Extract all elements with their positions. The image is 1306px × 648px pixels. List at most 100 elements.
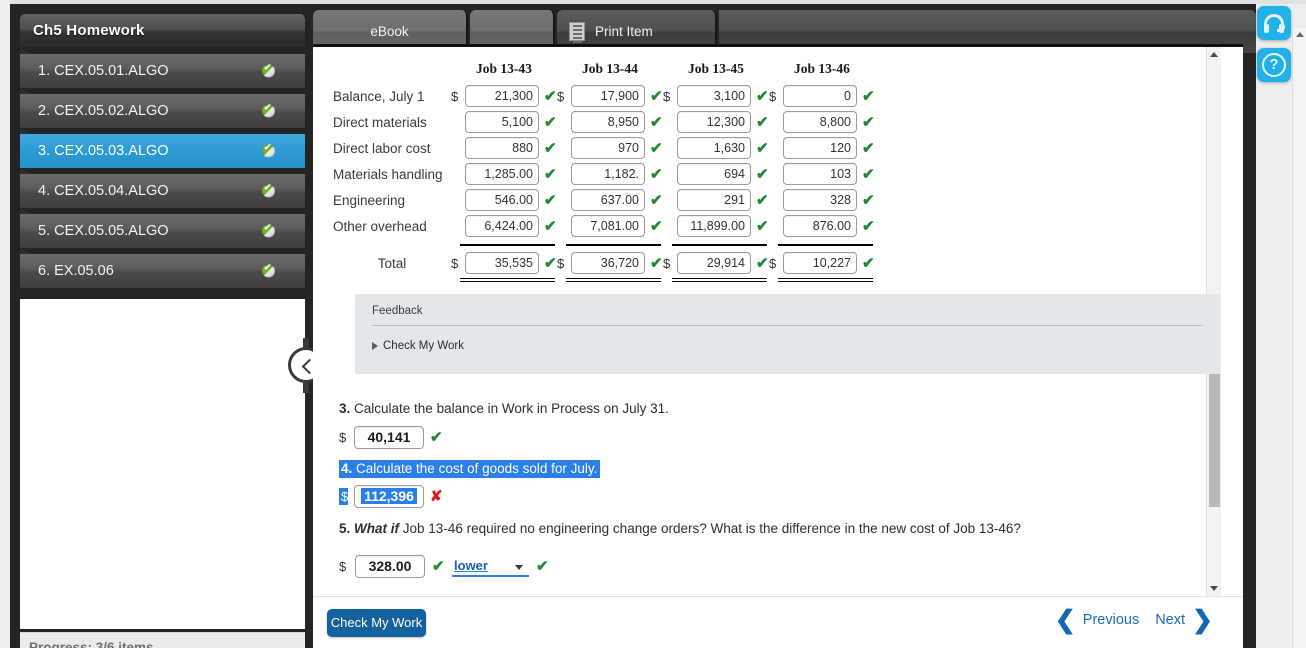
input-dirlabor-job4[interactable]: 120 xyxy=(783,137,857,159)
question-3-input[interactable]: 40,141 xyxy=(354,426,424,449)
sidebar-item-2[interactable]: 2. CEX.05.02.ALGO xyxy=(20,88,305,128)
input-otheroverhead-job3[interactable]: 11,899.00 xyxy=(677,215,751,237)
previous-label: Previous xyxy=(1082,612,1140,628)
question-5-text: 5. What if Job 13-46 required no enginee… xyxy=(339,521,1099,536)
browser-scrollbar[interactable] xyxy=(1292,28,1306,648)
currency-spacer: $ xyxy=(769,167,778,182)
question-4-text-wrap: 4. Calculate the cost of goods sold for … xyxy=(339,460,601,478)
question-5-input[interactable]: 328.00 xyxy=(355,555,425,578)
correct-check-icon: ✔ xyxy=(862,191,875,209)
correct-check-icon: ✔ xyxy=(862,113,875,131)
sidebar-item-4[interactable]: 4. CEX.05.04.ALGO xyxy=(20,168,305,208)
currency-spacer: $ xyxy=(769,141,778,156)
status-complete-icon xyxy=(262,222,275,238)
column-header-job-13-44: Job 13-44 xyxy=(582,61,638,76)
input-engineering-job3[interactable]: 291 xyxy=(677,189,751,211)
correct-check-icon: ✔ xyxy=(650,191,663,209)
previous-button[interactable]: ❮ Previous xyxy=(1055,608,1140,633)
double-rule-top xyxy=(460,278,555,279)
currency-spacer: $ xyxy=(557,141,566,156)
input-balance-job4[interactable]: 0 xyxy=(783,85,857,107)
correct-check-icon: ✔ xyxy=(536,558,549,575)
currency-spacer: $ xyxy=(557,115,566,130)
input-balance-job2[interactable]: 17,900 xyxy=(571,85,645,107)
input-total-job1[interactable]: 35,535 xyxy=(465,252,539,274)
currency-spacer: $ xyxy=(557,167,566,182)
input-total-job4[interactable]: 10,227 xyxy=(783,252,857,274)
scroll-down-arrow-icon[interactable] xyxy=(1210,586,1218,591)
row-label: Balance, July 1 xyxy=(333,88,425,104)
input-dirlabor-job2[interactable]: 970 xyxy=(571,137,645,159)
currency-spacer: $ xyxy=(451,167,460,182)
table-row: Materials handling $1,285.00 ✔ $1,182. ✔ $… xyxy=(333,161,875,187)
scroll-up-arrow-icon[interactable] xyxy=(1296,32,1304,37)
input-dirmat-job3[interactable]: 12,300 xyxy=(677,111,751,133)
input-otheroverhead-job1[interactable]: 6,424.00 xyxy=(465,215,539,237)
currency-spacer: $ xyxy=(557,193,566,208)
sidebar-item-6[interactable]: 6. EX.05.06 xyxy=(20,248,305,288)
input-otheroverhead-job4[interactable]: 876.00 xyxy=(783,215,857,237)
table-double-rule-row xyxy=(333,276,875,284)
input-total-job3[interactable]: 29,914 xyxy=(677,252,751,274)
correct-check-icon: ✔ xyxy=(756,139,769,157)
correct-check-icon: ✔ xyxy=(862,165,875,183)
input-balance-job1[interactable]: 21,300 xyxy=(465,85,539,107)
correct-check-icon: ✔ xyxy=(650,217,663,235)
input-dirmat-job2[interactable]: 8,950 xyxy=(571,111,645,133)
sidebar-item-label: 2. CEX.05.02.ALGO xyxy=(38,103,169,119)
double-rule-bottom xyxy=(672,281,767,282)
currency-spacer: $ xyxy=(769,193,778,208)
question-5-dropdown[interactable]: lower xyxy=(452,556,529,577)
currency-symbol: $ xyxy=(557,255,565,271)
next-button[interactable]: Next ❯ xyxy=(1155,608,1213,633)
feedback-check-my-work-toggle[interactable]: Check My Work xyxy=(372,340,464,352)
expand-triangle-icon xyxy=(372,342,378,350)
double-rule-bottom xyxy=(566,281,661,282)
feedback-title: Feedback xyxy=(372,305,423,317)
sidebar-item-1[interactable]: 1. CEX.05.01.ALGO xyxy=(20,48,305,88)
input-balance-job3[interactable]: 3,100 xyxy=(677,85,751,107)
input-dirlabor-job3[interactable]: 1,630 xyxy=(677,137,751,159)
input-mathandling-job4[interactable]: 103 xyxy=(783,163,857,185)
correct-check-icon: ✔ xyxy=(544,113,557,131)
input-otheroverhead-job2[interactable]: 7,081.00 xyxy=(571,215,645,237)
row-label: Other overhead xyxy=(333,218,427,234)
subtotal-rule xyxy=(460,244,555,246)
print-icon xyxy=(569,22,585,43)
scroll-up-arrow-icon[interactable] xyxy=(1210,52,1218,57)
correct-check-icon: ✔ xyxy=(862,254,875,272)
question-4-answer-row: $ 112,396 ✘ xyxy=(339,485,600,508)
correct-check-icon: ✔ xyxy=(650,87,663,105)
table-row: Engineering $546.00 ✔ $637.00 ✔ $291 ✔ $328… xyxy=(333,187,875,213)
question-4-input[interactable]: 112,396 xyxy=(354,485,424,508)
correct-check-icon: ✔ xyxy=(862,87,875,105)
support-headset-button[interactable] xyxy=(1257,6,1291,40)
chevron-down-icon xyxy=(515,564,523,570)
input-mathandling-job1[interactable]: 1,285.00 xyxy=(465,163,539,185)
sidebar-item-3[interactable]: 3. CEX.05.03.ALGO xyxy=(20,128,305,168)
sidebar-item-5[interactable]: 5. CEX.05.05.ALGO xyxy=(20,208,305,248)
input-dirmat-job4[interactable]: 8,800 xyxy=(783,111,857,133)
input-engineering-job1[interactable]: 546.00 xyxy=(465,189,539,211)
input-engineering-job2[interactable]: 637.00 xyxy=(571,189,645,211)
currency-spacer: $ xyxy=(663,193,672,208)
input-engineering-job4[interactable]: 328 xyxy=(783,189,857,211)
status-complete-icon xyxy=(262,102,275,118)
correct-check-icon: ✔ xyxy=(862,217,875,235)
input-total-job2[interactable]: 36,720 xyxy=(571,252,645,274)
help-button[interactable]: ? xyxy=(1257,48,1291,82)
input-mathandling-job2[interactable]: 1,182. xyxy=(571,163,645,185)
correct-check-icon: ✔ xyxy=(756,87,769,105)
incorrect-cross-icon: ✘ xyxy=(430,488,443,505)
input-dirlabor-job1[interactable]: 880 xyxy=(465,137,539,159)
check-my-work-button[interactable]: Check My Work xyxy=(327,609,426,637)
support-widgets: ? xyxy=(1257,6,1291,90)
double-rule-top xyxy=(566,278,661,279)
correct-check-icon: ✔ xyxy=(650,165,663,183)
subtotal-rule xyxy=(778,244,873,246)
table-row: Direct labor cost $880 ✔ $970 ✔ $1,630 ✔ $1… xyxy=(333,135,875,161)
input-dirmat-job1[interactable]: 5,100 xyxy=(465,111,539,133)
correct-check-icon: ✔ xyxy=(544,191,557,209)
input-mathandling-job3[interactable]: 694 xyxy=(677,163,751,185)
table-header-row: Job 13-43 Job 13-44 Job 13-45 Job 13-46 xyxy=(333,61,875,83)
